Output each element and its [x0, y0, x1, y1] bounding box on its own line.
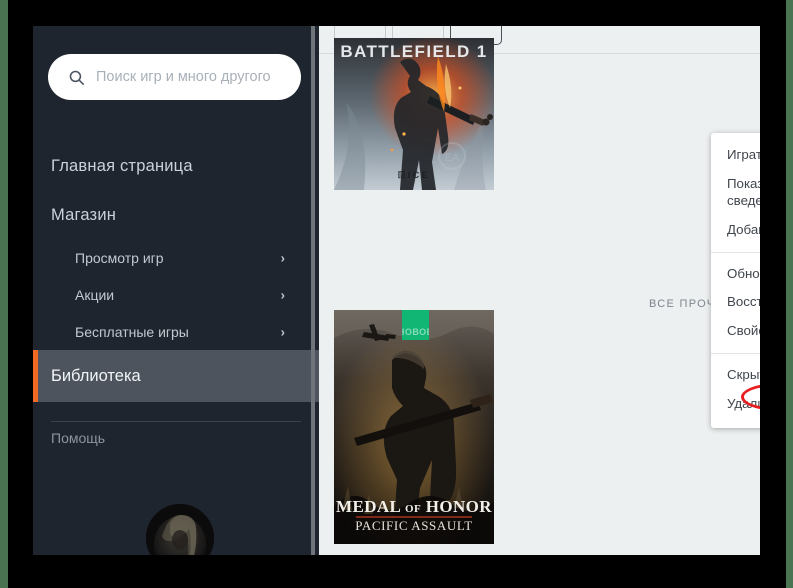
svg-text:BATTLEFIELD 1: BATTLEFIELD 1 — [340, 42, 487, 61]
new-badge-label: НОВОЕ — [402, 327, 429, 337]
library-content: EA BATTLEFIELD 1 ℿICE MEDAL OF HONOR PAC… — [319, 26, 760, 555]
menu-item-update-game[interactable]: Обновить игру — [711, 260, 760, 289]
frame-edge-right — [786, 0, 793, 588]
menu-item-add-to-favorites[interactable]: Добавить в избранное — [711, 216, 760, 245]
sidebar-item-home[interactable]: Главная страница — [51, 157, 193, 176]
frame-edge-left — [0, 0, 8, 588]
sidebar-item-library[interactable]: Библиотека — [33, 350, 319, 402]
game-tile-medal-of-honor[interactable]: MEDAL OF HONOR PACIFIC ASSAULT НОВОЕ — [334, 310, 494, 544]
menu-separator — [711, 251, 760, 253]
sidebar-item-free-games[interactable]: Бесплатные игры › — [33, 313, 319, 350]
search-icon — [68, 69, 85, 86]
sidebar-item-label: Библиотека — [51, 366, 141, 385]
game-tile-battlefield-1[interactable]: EA BATTLEFIELD 1 ℿICE — [334, 38, 494, 190]
sidebar-item-store[interactable]: Магазин — [51, 206, 116, 225]
new-badge: НОВОЕ — [402, 310, 429, 340]
menu-item-play[interactable]: Играть — [711, 141, 760, 170]
context-menu[interactable]: Играть Показать подробные сведения об иг… — [711, 133, 760, 428]
sidebar-divider — [51, 421, 301, 422]
svg-text:ℿICE: ℿICE — [398, 170, 431, 180]
chevron-right-icon: › — [280, 287, 285, 302]
sidebar-scrollbar[interactable] — [311, 26, 315, 555]
sidebar: Главная страница Магазин Просмотр игр › … — [33, 26, 319, 555]
sidebar-item-label: Акции — [75, 286, 115, 303]
svg-text:EA: EA — [445, 152, 460, 164]
screenshot-root: Главная страница Магазин Просмотр игр › … — [0, 0, 793, 588]
avatar[interactable] — [146, 504, 214, 555]
menu-item-game-properties[interactable]: Свойства игры — [711, 317, 760, 346]
sidebar-item-sales[interactable]: Акции › — [33, 276, 319, 313]
chevron-right-icon: › — [280, 324, 285, 339]
sidebar-item-label: Бесплатные игры — [75, 323, 189, 340]
menu-item-hide[interactable]: Скрыть — [711, 361, 760, 390]
sidebar-item-browse-games[interactable]: Просмотр игр › — [33, 239, 319, 276]
menu-separator — [711, 353, 760, 355]
chevron-right-icon: › — [280, 250, 285, 265]
sidebar-item-label: Просмотр игр — [75, 249, 164, 266]
menu-item-show-details[interactable]: Показать подробные сведения об игре — [711, 170, 760, 216]
search-bar[interactable] — [48, 54, 301, 100]
menu-item-repair[interactable]: Восстановить — [711, 288, 760, 317]
search-input[interactable] — [96, 69, 286, 85]
active-indicator — [33, 350, 38, 402]
sidebar-item-help[interactable]: Помощь — [51, 430, 105, 446]
menu-item-delete[interactable]: Удалить — [711, 390, 760, 419]
origin-app-window: Главная страница Магазин Просмотр игр › … — [33, 26, 760, 555]
svg-text:PACIFIC ASSAULT: PACIFIC ASSAULT — [355, 518, 473, 533]
